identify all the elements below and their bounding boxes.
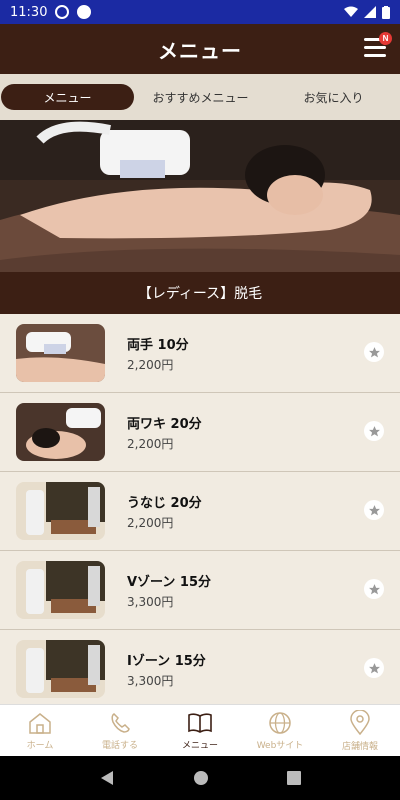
item-price: 2,200円 <box>127 436 174 451</box>
system-nav-bar <box>0 756 400 800</box>
nav-website-label: Webサイト <box>256 740 304 751</box>
list-item[interactable]: Vゾーン 15分 3,300円 <box>0 551 400 630</box>
item-name: Iゾーン 15分 <box>127 653 206 669</box>
star-icon <box>368 583 380 594</box>
item-price: 3,300円 <box>127 594 174 609</box>
nav-menu[interactable]: メニュー <box>160 705 240 756</box>
favorite-star-button[interactable] <box>364 342 384 362</box>
recent-apps-icon[interactable] <box>287 771 301 785</box>
notification-badge: N <box>379 32 392 45</box>
item-thumbnail <box>16 482 105 540</box>
nav-phone-label: 電話する <box>101 740 138 751</box>
globe-icon <box>269 711 291 734</box>
status-time: 11:30 <box>10 4 48 20</box>
item-thumbnail <box>16 640 105 698</box>
list-item[interactable]: Iゾーン 15分 3,300円 <box>0 630 400 704</box>
notification-app-icon <box>55 5 70 19</box>
item-thumbnail <box>16 324 105 382</box>
nav-store-info[interactable]: 店舗情報 <box>320 705 400 756</box>
menu-list: 両手 10分 2,200円 両ワキ 20分 2,200円 うなじ 20分 2,2… <box>0 314 400 704</box>
bottom-nav: ホーム 電話する メニュー Webサイト 店舗情報 <box>0 704 400 756</box>
star-icon <box>368 346 380 357</box>
battery-icon <box>382 5 390 19</box>
hero-image <box>0 120 400 272</box>
nav-phone[interactable]: 電話する <box>80 705 160 756</box>
nav-home[interactable]: ホーム <box>0 705 80 756</box>
list-item[interactable]: うなじ 20分 2,200円 <box>0 472 400 551</box>
star-icon <box>368 662 380 673</box>
home-icon <box>29 712 51 734</box>
star-icon <box>368 504 380 515</box>
nav-website[interactable]: Webサイト <box>240 705 320 756</box>
phone-icon <box>111 712 130 733</box>
book-icon <box>188 712 212 733</box>
star-icon <box>368 425 380 436</box>
favorite-star-button[interactable] <box>364 658 384 678</box>
item-price: 2,200円 <box>127 515 174 530</box>
home-button-icon[interactable] <box>193 770 209 786</box>
item-price: 3,300円 <box>127 673 174 688</box>
notification-app-icon-2 <box>77 5 92 19</box>
nav-menu-label: メニュー <box>181 740 218 751</box>
section-header: 【レディース】脱毛 <box>0 272 400 314</box>
back-icon[interactable] <box>99 770 115 786</box>
item-thumbnail <box>16 561 105 619</box>
item-name: 両手 10分 <box>127 337 189 353</box>
nav-home-label: ホーム <box>26 740 54 751</box>
nav-store-info-label: 店舗情報 <box>341 741 378 752</box>
tab-recommended[interactable]: おすすめメニュー <box>134 84 267 110</box>
signal-icon <box>364 6 376 18</box>
status-bar: 11:30 <box>0 0 400 24</box>
tab-favorites[interactable]: お気に入り <box>267 84 400 110</box>
item-thumbnail <box>16 403 105 461</box>
list-item[interactable]: 両手 10分 2,200円 <box>0 314 400 393</box>
favorite-star-button[interactable] <box>364 500 384 520</box>
app-header: メニュー N <box>0 24 400 74</box>
page-title: メニュー <box>158 38 242 63</box>
item-name: 両ワキ 20分 <box>127 416 202 432</box>
item-name: Vゾーン 15分 <box>127 574 212 590</box>
tab-menu[interactable]: メニュー <box>1 84 134 110</box>
hamburger-menu-button[interactable]: N <box>364 32 392 60</box>
list-item[interactable]: 両ワキ 20分 2,200円 <box>0 393 400 472</box>
tab-bar: メニュー おすすめメニュー お気に入り <box>0 74 400 120</box>
item-price: 2,200円 <box>127 357 174 372</box>
map-pin-icon <box>350 709 370 735</box>
wifi-icon <box>344 6 358 17</box>
favorite-star-button[interactable] <box>364 421 384 441</box>
item-name: うなじ 20分 <box>127 495 202 511</box>
favorite-star-button[interactable] <box>364 579 384 599</box>
